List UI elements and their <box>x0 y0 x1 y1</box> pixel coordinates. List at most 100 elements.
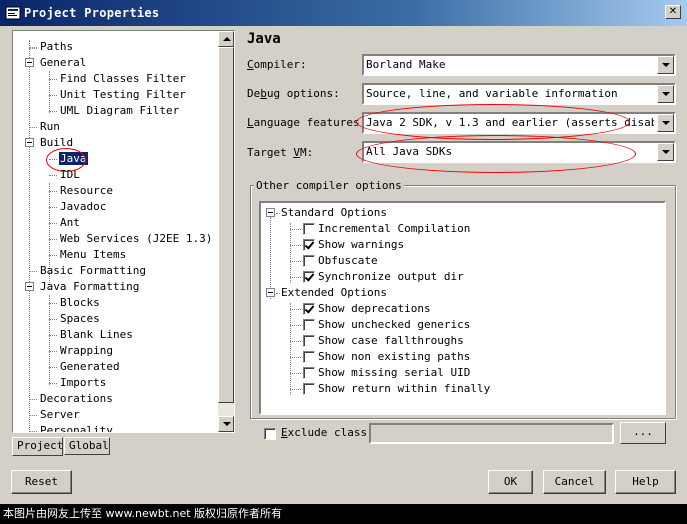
tree-item[interactable]: IDL <box>59 167 81 183</box>
option-checkbox[interactable] <box>303 303 315 315</box>
option-checkbox[interactable] <box>303 351 315 363</box>
dropdown-arrow-icon[interactable] <box>657 85 674 103</box>
tree-item[interactable]: Blocks <box>59 295 101 311</box>
tree-item[interactable]: Decorations <box>39 391 114 407</box>
tree-item-label: Generated <box>60 360 120 373</box>
dropdown-arrow-icon[interactable] <box>657 56 674 74</box>
tree-item-label: Ant <box>60 216 80 229</box>
tree-item-label: Blocks <box>60 296 100 309</box>
option-checkbox[interactable] <box>303 383 315 395</box>
ok-button[interactable]: OK <box>488 470 533 494</box>
reset-button[interactable]: Reset <box>11 470 72 494</box>
tree-item-label: Basic Formatting <box>40 264 146 277</box>
tree-item[interactable]: Wrapping <box>59 343 114 359</box>
option-checkbox[interactable] <box>303 271 315 283</box>
tree-item[interactable]: Java <box>59 151 88 167</box>
option-group-label[interactable]: Standard Options <box>281 205 387 221</box>
tree-scrollbar[interactable] <box>218 31 234 432</box>
tab-global[interactable]: Global <box>64 437 110 455</box>
tree-item-label: Imports <box>60 376 107 389</box>
dropdown-arrow-icon[interactable] <box>657 114 674 132</box>
tree-item-label: Build <box>40 136 74 149</box>
tree-view: Paths General Find Classes Filter Unit Test… <box>13 31 219 432</box>
tree-item[interactable]: Basic Formatting <box>39 263 147 279</box>
tree-item[interactable]: Javadoc <box>59 199 107 215</box>
tree-item-label: UML Diagram Filter <box>60 104 180 117</box>
collapse-toggle-icon[interactable] <box>25 58 34 67</box>
language-value: Java 2 SDK, v 1.3 and earlier (asserts d… <box>366 116 654 129</box>
tree-item[interactable]: Spaces <box>59 311 101 327</box>
tree-item-label: Spaces <box>60 312 100 325</box>
target-vm-value: All Java SDKs <box>366 145 453 158</box>
collapse-toggle-icon[interactable] <box>266 208 275 217</box>
tree-item[interactable]: Server <box>39 407 81 423</box>
scroll-thumb[interactable] <box>218 47 234 403</box>
language-label: Language features: <box>247 116 367 129</box>
exclude-class-checkbox[interactable] <box>264 428 276 440</box>
tab-project[interactable]: Project <box>12 437 63 456</box>
collapse-toggle-icon[interactable] <box>25 138 34 147</box>
watermark-footer: 本图片由网友上传至 www.newbt.net 版权归原作者所有 <box>0 504 687 524</box>
tree-item[interactable]: Find Classes Filter <box>59 71 187 87</box>
tree-item-label: Personality <box>40 424 113 432</box>
debug-select[interactable]: Source, line, and variable information <box>362 83 676 105</box>
target-vm-select[interactable]: All Java SDKs <box>362 141 676 163</box>
collapse-toggle-icon[interactable] <box>25 282 34 291</box>
tree-item[interactable]: Web Services (J2EE 1.3) <box>59 231 213 247</box>
close-button[interactable]: ✕ <box>665 5 681 19</box>
tree-item[interactable]: Run <box>39 119 61 135</box>
option-label: Incremental Compilation <box>318 222 471 235</box>
group-title: Other compiler options <box>254 179 404 192</box>
tree-item[interactable]: Java Formatting <box>39 279 140 295</box>
tree-item-label: Blank Lines <box>60 328 133 341</box>
option-checkbox[interactable] <box>303 223 315 235</box>
exclude-class-label: Exclude class: <box>281 426 374 439</box>
tree-item[interactable]: Paths <box>39 39 74 55</box>
title-bar: Project Properties ✕ <box>0 0 687 26</box>
option-group-label[interactable]: Extended Options <box>281 285 387 301</box>
collapse-toggle-icon[interactable] <box>266 288 275 297</box>
tree-item-label: Unit Testing Filter <box>60 88 186 101</box>
option-label: Show unchecked generics <box>318 318 471 331</box>
tree-item-label: Find Classes Filter <box>60 72 186 85</box>
option-checkbox[interactable] <box>303 367 315 379</box>
compiler-select[interactable]: Borland Make <box>362 54 676 76</box>
tree-item[interactable]: Unit Testing Filter <box>59 87 187 103</box>
option-label: Show case fallthroughs <box>318 334 464 347</box>
tree-item-label: Run <box>40 120 60 133</box>
option-checkbox[interactable] <box>303 335 315 347</box>
help-button[interactable]: Help <box>615 470 676 494</box>
tree-item-label: Java Formatting <box>40 280 140 293</box>
browse-button[interactable]: ... <box>620 422 666 444</box>
tree-item[interactable]: Ant <box>59 215 81 231</box>
tree-item[interactable]: Blank Lines <box>59 327 134 343</box>
cancel-button[interactable]: Cancel <box>543 470 606 494</box>
language-select[interactable]: Java 2 SDK, v 1.3 and earlier (asserts d… <box>362 112 676 134</box>
dropdown-arrow-icon[interactable] <box>657 143 674 161</box>
option-label: Show deprecations <box>318 302 431 315</box>
tree-item-label: General <box>40 56 87 69</box>
option-checkbox[interactable] <box>303 319 315 331</box>
target-vm-label: Target VM: <box>247 146 314 159</box>
exclude-class-field[interactable] <box>369 423 614 444</box>
tree-item-label: Web Services (J2EE 1.3) <box>60 232 213 245</box>
tree-item[interactable]: Generated <box>59 359 121 375</box>
tree-item[interactable]: Imports <box>59 375 107 391</box>
tree-item[interactable]: Menu Items <box>59 247 127 263</box>
tree-item[interactable]: Resource <box>59 183 114 199</box>
tree-item-label: Javadoc <box>60 200 107 213</box>
option-label: Show missing serial UID <box>318 366 471 379</box>
tree-item-label: Resource <box>60 184 113 197</box>
option-checkbox[interactable] <box>303 255 315 267</box>
option-label: Show return within finally <box>318 382 491 395</box>
page-title: Java <box>247 31 281 47</box>
compiler-options-tree: Standard Options Incremental Compilation S… <box>259 201 666 415</box>
tree-item[interactable]: General <box>39 55 87 71</box>
tree-item[interactable]: Personality <box>39 423 114 432</box>
tree-item[interactable]: UML Diagram Filter <box>59 103 180 119</box>
scroll-down-button[interactable] <box>218 416 234 432</box>
scroll-up-button[interactable] <box>218 31 234 47</box>
compiler-label: Compiler: <box>247 58 307 71</box>
tree-item[interactable]: Build <box>39 135 74 151</box>
option-checkbox[interactable] <box>303 239 315 251</box>
